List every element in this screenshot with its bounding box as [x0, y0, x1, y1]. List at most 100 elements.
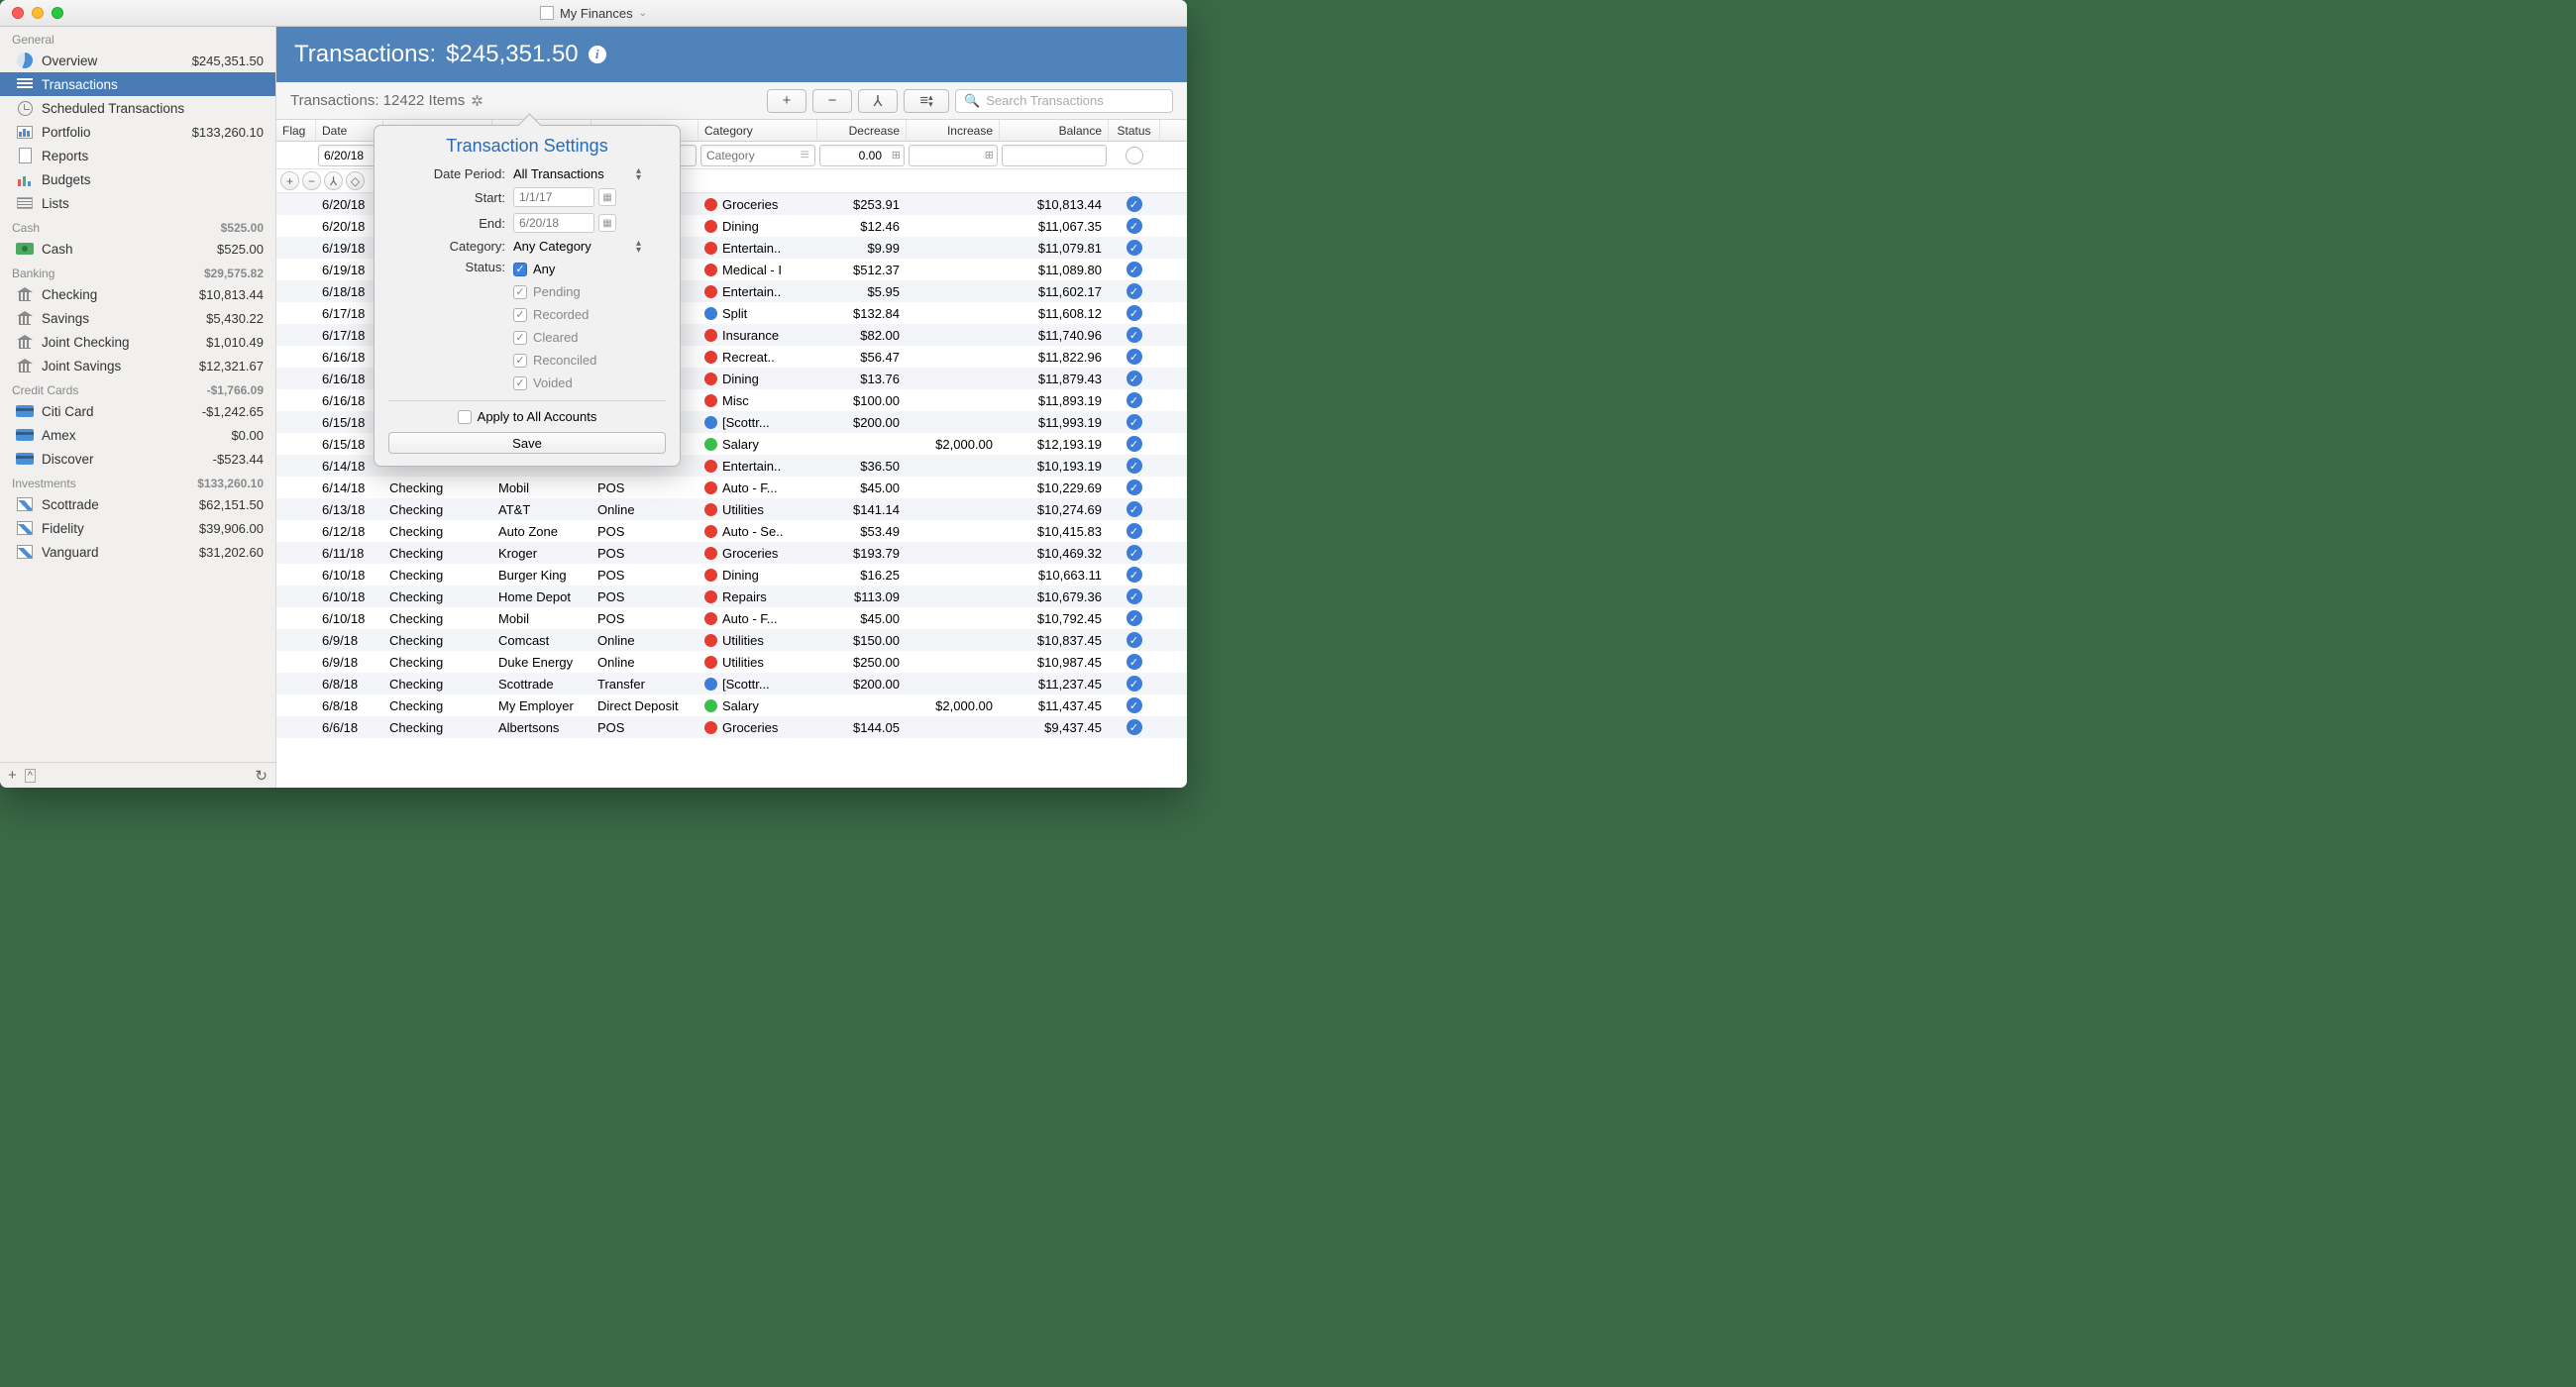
cell-increase	[907, 716, 1000, 738]
cell-category: Salary	[698, 694, 817, 716]
start-date-input[interactable]	[513, 187, 594, 207]
status-toggle[interactable]	[1126, 147, 1143, 164]
table-row[interactable]: 6/12/18 Checking Auto Zone POS Auto - Se…	[276, 520, 1187, 542]
save-button[interactable]: Save	[388, 432, 666, 454]
gear-icon[interactable]: ✲	[471, 92, 483, 110]
table-row[interactable]: 6/9/18 Checking Duke Energy Online Utili…	[276, 651, 1187, 673]
zoom-icon[interactable]	[52, 7, 63, 19]
chart-icon	[16, 123, 34, 141]
checkbox-icon[interactable]: ✓	[513, 331, 527, 345]
date-input[interactable]	[318, 145, 381, 166]
sidebar-item-vanguard[interactable]: Vanguard$31,202.60	[0, 540, 275, 564]
col-status[interactable]: Status	[1109, 120, 1160, 141]
end-date-input[interactable]	[513, 213, 594, 233]
table-row[interactable]: 6/8/18 Checking Scottrade Transfer [Scot…	[276, 673, 1187, 694]
calendar-icon[interactable]: ▦	[598, 214, 616, 232]
cell-category: Utilities	[698, 498, 817, 520]
checkbox-icon[interactable]: ✓	[513, 308, 527, 322]
remove-button[interactable]: −	[812, 89, 852, 113]
cell-decrease: $141.14	[817, 498, 907, 520]
sidebar-item-reports[interactable]: Reports	[0, 144, 275, 167]
date-period-select[interactable]: All Transactions	[513, 166, 632, 181]
sidebar-item-savings[interactable]: Savings$5,430.22	[0, 306, 275, 330]
sidebar-item-scottrade[interactable]: Scottrade$62,151.50	[0, 492, 275, 516]
cell-increase	[907, 389, 1000, 411]
sidebar-item-overview[interactable]: Overview$245,351.50	[0, 49, 275, 72]
col-balance[interactable]: Balance	[1000, 120, 1109, 141]
zoom-out-button[interactable]: −	[302, 171, 321, 190]
apply-all-row[interactable]: Apply to All Accounts	[388, 409, 666, 424]
attach-button[interactable]: ◇	[346, 171, 365, 190]
sidebar-item-fidelity[interactable]: Fidelity$39,906.00	[0, 516, 275, 540]
add-button[interactable]: +	[767, 89, 806, 113]
cell-decrease: $200.00	[817, 673, 907, 694]
minimize-icon[interactable]	[32, 7, 44, 19]
search-field[interactable]: 🔍 Search Transactions	[955, 89, 1173, 113]
category-input[interactable]	[700, 145, 815, 166]
col-category[interactable]: Category	[698, 120, 817, 141]
item-count-text: Transactions: 12422 Items	[290, 92, 465, 109]
sidebar-item-lists[interactable]: Lists	[0, 191, 275, 215]
cell-balance: $10,229.69	[1000, 477, 1109, 498]
bank-icon	[16, 333, 34, 351]
category-filter-select[interactable]: Any Category	[513, 239, 632, 254]
apply-all-checkbox[interactable]	[458, 410, 472, 424]
sidebar-item-transactions[interactable]: Transactions	[0, 72, 275, 96]
sidebar-item-discover[interactable]: Discover-$523.44	[0, 447, 275, 471]
table-row[interactable]: 6/11/18 Checking Kroger POS Groceries $1…	[276, 542, 1187, 564]
sidebar-item-amex[interactable]: Amex$0.00	[0, 423, 275, 447]
refresh-button[interactable]: ↻	[255, 767, 268, 785]
status-option[interactable]: ✓Reconciled	[513, 351, 596, 370]
sidebar-item-joint-checking[interactable]: Joint Checking$1,010.49	[0, 330, 275, 354]
status-option[interactable]: ✓Voided	[513, 373, 573, 392]
search-icon: 🔍	[964, 93, 980, 109]
sidebar-item-checking[interactable]: Checking$10,813.44	[0, 282, 275, 306]
split-mini-button[interactable]: ⅄	[324, 171, 343, 190]
checkbox-icon[interactable]: ✓	[513, 285, 527, 299]
cell-category: Groceries	[698, 193, 817, 215]
add-account-button[interactable]: +	[8, 767, 17, 784]
table-row[interactable]: 6/10/18 Checking Mobil POS Auto - F... $…	[276, 607, 1187, 629]
checkbox-icon[interactable]: ✓	[513, 354, 527, 368]
calendar-icon[interactable]: ▦	[598, 188, 616, 206]
date-period-label: Date Period:	[388, 166, 505, 181]
col-decrease[interactable]: Decrease	[817, 120, 907, 141]
status-option[interactable]: ✓Recorded	[513, 305, 589, 324]
table-row[interactable]: 6/13/18 Checking AT&T Online Utilities $…	[276, 498, 1187, 520]
table-row[interactable]: 6/9/18 Checking Comcast Online Utilities…	[276, 629, 1187, 651]
checkbox-icon[interactable]: ✓	[513, 376, 527, 390]
info-icon[interactable]: i	[589, 46, 606, 63]
table-row[interactable]: 6/14/18 Checking Mobil POS Auto - F... $…	[276, 477, 1187, 498]
zoom-in-button[interactable]: +	[280, 171, 299, 190]
table-row[interactable]: 6/8/18 Checking My Employer Direct Depos…	[276, 694, 1187, 716]
close-icon[interactable]	[12, 7, 24, 19]
status-option[interactable]: ✓Cleared	[513, 328, 579, 347]
sidebar-item-citi-card[interactable]: Citi Card-$1,242.65	[0, 399, 275, 423]
cell-increase: $2,000.00	[907, 694, 1000, 716]
cell-category: Utilities	[698, 651, 817, 673]
window-title[interactable]: My Finances ⌄	[540, 6, 647, 21]
collapse-button[interactable]: ^	[25, 769, 36, 783]
sidebar-item-budgets[interactable]: Budgets	[0, 167, 275, 191]
cell-date: 6/8/18	[316, 694, 383, 716]
split-button[interactable]: ⅄	[858, 89, 898, 113]
status-option[interactable]: ✓Pending	[513, 282, 581, 301]
sidebar-item-joint-savings[interactable]: Joint Savings$12,321.67	[0, 354, 275, 377]
status-option[interactable]: ✓Any	[513, 260, 555, 278]
sidebar-item-label: Scheduled Transactions	[42, 101, 256, 116]
balance-input[interactable]	[1002, 145, 1107, 166]
sidebar-item-scheduled-transactions[interactable]: Scheduled Transactions	[0, 96, 275, 120]
col-flag[interactable]: Flag	[276, 120, 316, 141]
check-icon: ✓	[1127, 218, 1142, 234]
checkbox-icon[interactable]: ✓	[513, 263, 527, 276]
table-row[interactable]: 6/10/18 Checking Home Depot POS Repairs …	[276, 586, 1187, 607]
view-mode-button[interactable]: ≡ ▴▾	[904, 89, 949, 113]
sidebar-item-portfolio[interactable]: Portfolio$133,260.10	[0, 120, 275, 144]
category-dot-icon	[704, 656, 717, 669]
table-row[interactable]: 6/10/18 Checking Burger King POS Dining …	[276, 564, 1187, 586]
sidebar-item-amount: $12,321.67	[199, 359, 264, 373]
cell-payee: Auto Zone	[492, 520, 591, 542]
table-row[interactable]: 6/6/18 Checking Albertsons POS Groceries…	[276, 716, 1187, 738]
sidebar-item-cash[interactable]: Cash$525.00	[0, 237, 275, 261]
col-increase[interactable]: Increase	[907, 120, 1000, 141]
